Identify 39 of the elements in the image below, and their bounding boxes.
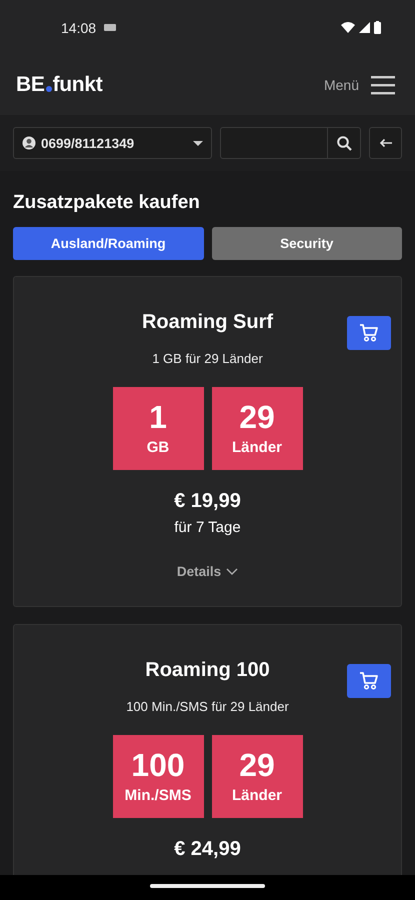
back-button[interactable] bbox=[369, 127, 402, 159]
caret-icon bbox=[193, 140, 204, 146]
status-time: 14:08 bbox=[61, 20, 96, 36]
package-title: Roaming 100 bbox=[145, 659, 270, 682]
tile-value: 29 bbox=[239, 401, 275, 433]
search-icon bbox=[336, 136, 352, 150]
tile-value: 29 bbox=[239, 749, 275, 781]
menu-button[interactable]: Menü bbox=[324, 75, 395, 95]
tile-value: 1 bbox=[149, 401, 167, 433]
message-icon bbox=[104, 24, 116, 32]
package-title: Roaming Surf bbox=[142, 311, 274, 334]
tile-unit: Länder bbox=[232, 787, 282, 804]
brand-logo[interactable]: BE funkt bbox=[16, 73, 102, 97]
signal-icon bbox=[359, 22, 370, 33]
page-title: Zusatzpakete kaufen bbox=[13, 192, 201, 214]
package-price: € 19,99 bbox=[174, 490, 241, 513]
add-to-cart-button[interactable] bbox=[347, 664, 391, 698]
add-to-cart-button[interactable] bbox=[347, 316, 391, 350]
back-arrow-icon bbox=[378, 138, 393, 148]
wifi-icon bbox=[341, 22, 355, 33]
cart-icon bbox=[359, 324, 379, 342]
category-tab[interactable]: Security bbox=[212, 227, 402, 260]
package-subtitle: 100 Min./SMS für 29 Länder bbox=[126, 699, 289, 714]
tile-value: 100 bbox=[131, 749, 185, 781]
package-period: für 7 Tage bbox=[174, 519, 241, 536]
menu-icon bbox=[371, 75, 395, 95]
tile-unit: GB bbox=[146, 439, 170, 456]
cart-icon bbox=[359, 672, 379, 690]
package-price: € 24,99 bbox=[174, 838, 241, 861]
user-icon bbox=[22, 136, 36, 150]
tile-unit: Min./SMS bbox=[124, 787, 192, 804]
battery-icon bbox=[374, 21, 381, 34]
phone-number-select[interactable]: 0699/81121349 bbox=[13, 127, 212, 159]
tile-unit: Länder bbox=[232, 439, 282, 456]
package-subtitle: 1 GB für 29 Länder bbox=[152, 351, 263, 366]
search-field[interactable] bbox=[220, 127, 362, 159]
details-link[interactable]: Details bbox=[176, 564, 238, 579]
category-tab[interactable]: Ausland/Roaming bbox=[13, 227, 204, 260]
chevron-down-icon bbox=[226, 568, 238, 575]
